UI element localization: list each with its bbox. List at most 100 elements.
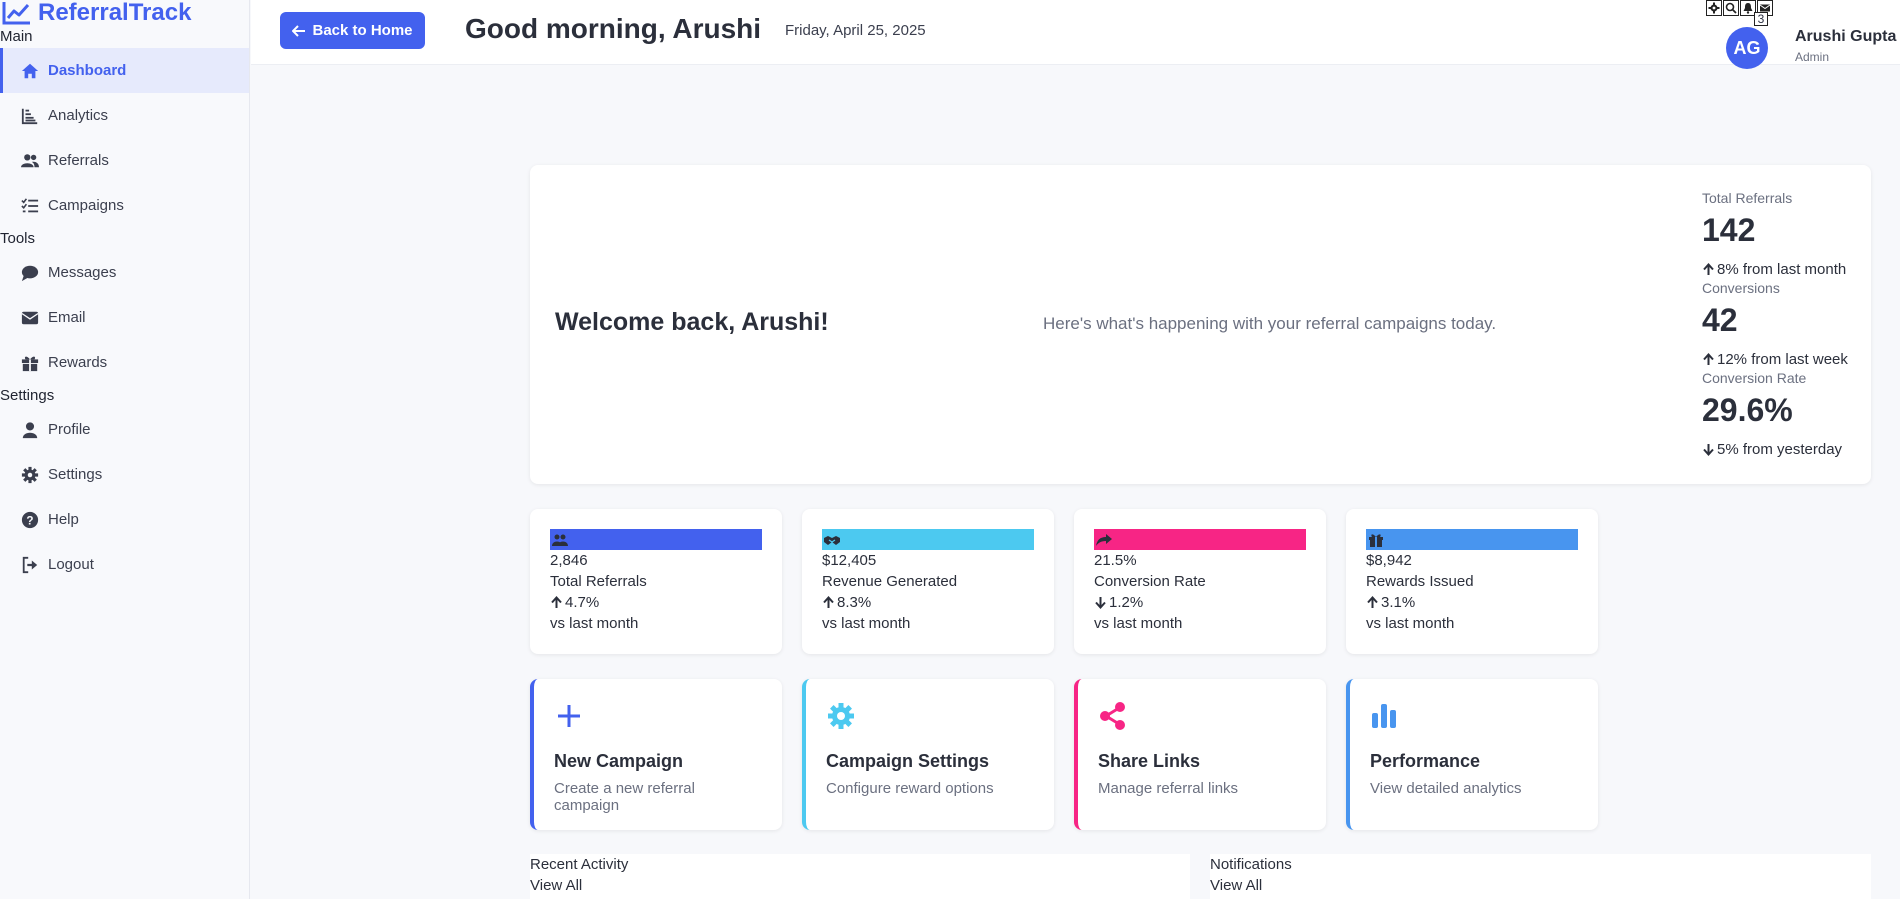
share-links-card[interactable]: Share Links Manage referral links (1074, 679, 1326, 830)
notification-badge: 3 (1754, 12, 1768, 26)
sidebar-item-rewards[interactable]: Rewards (0, 340, 249, 385)
sidebar-item-label: Dashboard (48, 62, 127, 79)
performance-card[interactable]: Performance View detailed analytics (1346, 679, 1598, 830)
stat-label: Conversions (1702, 280, 1780, 296)
metric-icon-bar (1366, 529, 1578, 550)
gear-icon (826, 701, 856, 731)
quick-stat: Conversion Rate 29.6% 5% from yesterday (1702, 370, 1862, 460)
arrow-up-icon (1367, 596, 1378, 608)
arrow-up-icon (1703, 262, 1714, 275)
action-description: Configure reward options (826, 780, 994, 797)
welcome-title: Welcome back, Arushi! (555, 308, 829, 336)
section-label-settings: Settings (0, 387, 55, 404)
metric-change: 3.1% (1366, 592, 1578, 613)
metric-card-rewards: $8,942 Rewards Issued 3.1% vs last month (1346, 509, 1598, 654)
view-all-notifications-link[interactable]: View All (1210, 875, 1871, 896)
sidebar-item-profile[interactable]: Profile (0, 407, 249, 452)
gift-icon (20, 353, 40, 373)
metric-change: 8.3% (822, 592, 1034, 613)
metric-period: vs last month (1366, 615, 1455, 632)
bar-chart-icon (1370, 701, 1400, 731)
metric-label: Conversion Rate (1094, 573, 1206, 590)
action-title: Campaign Settings (826, 751, 990, 771)
metric-label: Rewards Issued (1366, 573, 1474, 590)
sidebar: ReferralTrack Main Dashboard Analytics R… (0, 0, 250, 899)
section-label-main: Main (0, 28, 33, 45)
sidebar-item-logout[interactable]: Logout (0, 542, 249, 587)
stat-change: 5% from yesterday (1702, 438, 1862, 460)
welcome-subtitle: Here's what's happening with your referr… (1043, 314, 1497, 333)
avatar[interactable]: AG (1726, 27, 1768, 69)
arrow-up-icon (823, 596, 834, 608)
view-all-activity-link[interactable]: View All (530, 875, 1190, 896)
logout-icon (20, 555, 40, 575)
arrow-down-icon (1703, 443, 1714, 456)
panel-title: Recent Activity (530, 856, 629, 873)
notifications-panel: Notifications View All (1210, 854, 1871, 899)
stat-change-text: 8% from last month (1717, 260, 1847, 278)
back-button-label: Back to Home (312, 22, 413, 39)
stat-change-text: 12% from last week (1717, 350, 1848, 368)
section-label-tools: Tools (0, 230, 36, 247)
metric-label: Total Referrals (550, 573, 647, 590)
sidebar-item-email[interactable]: Email (0, 295, 249, 340)
recent-activity-panel: Recent Activity View All (530, 854, 1190, 899)
envelope-icon (20, 308, 40, 328)
welcome-card: Welcome back, Arushi! Here's what's happ… (530, 165, 1871, 484)
arrow-up-icon (551, 596, 562, 608)
metric-value: $12,405 (822, 552, 877, 569)
comment-icon (20, 263, 40, 283)
question-icon: ? (20, 510, 40, 530)
stat-change: 8% from last month (1702, 258, 1862, 280)
sidebar-item-referrals[interactable]: Referrals (0, 138, 249, 183)
metric-change-text: 8.3% (837, 594, 872, 611)
sidebar-item-messages[interactable]: Messages (0, 250, 249, 295)
user-name[interactable]: Arushi Gupta (1795, 28, 1896, 46)
user-icon (20, 420, 40, 440)
search-icon[interactable] (1723, 0, 1739, 16)
metric-change-text: 4.7% (565, 594, 600, 611)
action-description: Manage referral links (1098, 780, 1239, 797)
metric-period: vs last month (550, 615, 639, 632)
top-header: Back to Home Good morning, Arushi Friday… (251, 0, 1900, 69)
sidebar-item-label: Settings (48, 466, 103, 483)
trend-line-icon (2, 2, 30, 25)
sidebar-item-label: Campaigns (48, 197, 124, 214)
plus-icon (554, 701, 584, 731)
arrow-up-icon (1703, 352, 1714, 365)
gear-icon (20, 465, 40, 485)
metric-icon-bar (550, 529, 762, 550)
page-title: Good morning, Arushi (465, 13, 762, 44)
sidebar-item-settings[interactable]: Settings (0, 452, 249, 497)
handshake-icon (824, 535, 840, 545)
action-description: View detailed analytics (1370, 780, 1522, 797)
metric-value: 21.5% (1094, 552, 1137, 569)
action-description: Create a new referral campaign (554, 780, 695, 814)
sidebar-item-dashboard[interactable]: Dashboard (0, 48, 249, 93)
quick-stat: Conversions 42 12% from last week (1702, 280, 1862, 370)
sidebar-item-campaigns[interactable]: Campaigns (0, 183, 249, 228)
sidebar-item-analytics[interactable]: Analytics (0, 93, 249, 138)
share-arrow-icon (1096, 533, 1112, 546)
back-to-home-button[interactable]: Back to Home (280, 12, 425, 49)
metric-period: vs last month (822, 615, 911, 632)
campaign-settings-card[interactable]: Campaign Settings Configure reward optio… (802, 679, 1054, 830)
sidebar-item-label: Help (48, 511, 79, 528)
stat-change-text: 5% from yesterday (1717, 440, 1843, 458)
avatar-initials: AG (1733, 37, 1761, 58)
stat-value: 29.6% (1702, 392, 1793, 428)
gear-icon[interactable] (1706, 0, 1722, 16)
sidebar-item-label: Referrals (48, 152, 109, 169)
stat-label: Conversion Rate (1702, 370, 1807, 386)
sidebar-item-label: Email (48, 309, 86, 326)
metric-change-text: 1.2% (1109, 594, 1144, 611)
brand-logo[interactable]: ReferralTrack (0, 0, 249, 26)
sidebar-item-help[interactable]: ? Help (0, 497, 249, 542)
tasks-icon (20, 196, 40, 216)
current-date: Friday, April 25, 2025 (785, 22, 926, 39)
sidebar-item-label: Messages (48, 264, 117, 281)
metric-card-conversion: 21.5% Conversion Rate 1.2% vs last month (1074, 509, 1326, 654)
new-campaign-card[interactable]: New Campaign Create a new referral campa… (530, 679, 782, 830)
svg-text:?: ? (26, 514, 33, 527)
user-role: Admin (1795, 50, 1830, 64)
